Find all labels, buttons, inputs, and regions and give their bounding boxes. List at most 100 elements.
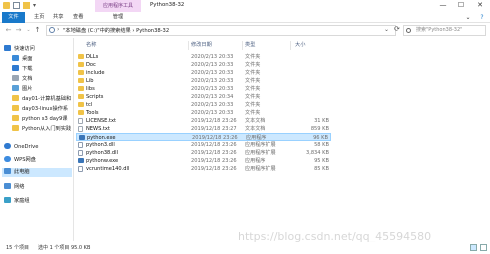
- text-file-icon: [78, 126, 83, 132]
- minimize-button[interactable]: —: [435, 0, 451, 11]
- back-arrow-icon[interactable]: ←: [4, 25, 13, 35]
- file-size: 95 KB: [314, 158, 329, 164]
- file-row[interactable]: LICENSE.txt 2019/12/18 23:26 文本文档 31 KB: [76, 117, 331, 125]
- file-row[interactable]: DLLs 2020/2/13 20:33 文件夹: [76, 53, 331, 61]
- breadcrumb[interactable]: "本地磁盘 (C:)"中的搜索结果 › Python38-32: [63, 27, 169, 34]
- file-type: 文件夹: [245, 94, 261, 100]
- title-bar: [0, 0, 490, 12]
- explorer-icon: [3, 2, 10, 9]
- file-row[interactable]: pythonw.exe 2019/12/18 23:26 应用程序 95 KB: [76, 157, 331, 165]
- column-divider[interactable]: [290, 41, 291, 50]
- forward-arrow-icon[interactable]: →: [14, 25, 23, 35]
- large-icons-view-icon[interactable]: [480, 244, 487, 251]
- folder-icon: [78, 62, 84, 67]
- sidebar-item-wps[interactable]: WPS网盘: [4, 156, 36, 165]
- sidebar-item-quick-access[interactable]: 快速访问: [4, 45, 35, 54]
- file-row[interactable]: vcruntime140.dll 2019/12/18 23:26 应用程序扩展 85…: [76, 165, 331, 173]
- sidebar-item-day03[interactable]: day03-linux操作系: [12, 105, 68, 114]
- tab-manage[interactable]: 管理: [95, 12, 141, 23]
- file-row[interactable]: Scripts 2020/2/13 20:34 文件夹: [76, 93, 331, 101]
- file-name: python38.dll: [86, 150, 118, 156]
- file-date: 2020/2/13 20:33: [191, 102, 234, 108]
- document-icon: [12, 75, 19, 81]
- file-name: vcruntime140.dll: [86, 166, 130, 172]
- recent-chevron-icon[interactable]: ⌄: [24, 25, 33, 35]
- properties-icon[interactable]: [13, 2, 20, 9]
- file-row[interactable]: python.exe 2019/12/18 23:26 应用程序 96 KB: [76, 133, 331, 141]
- file-name: Scripts: [86, 94, 104, 100]
- refresh-icon[interactable]: ⟳: [394, 25, 400, 33]
- file-name: Lib: [86, 78, 94, 84]
- sidebar-item-label: 桌面: [22, 56, 33, 62]
- search-results-icon: [49, 27, 55, 33]
- maximize-button[interactable]: ☐: [453, 0, 469, 11]
- network-icon: [4, 183, 11, 189]
- details-view-icon[interactable]: [470, 244, 477, 251]
- context-tab-label: 应用程序工具: [102, 3, 133, 9]
- file-row[interactable]: python3.dll 2019/12/18 23:26 应用程序扩展 58 KB: [76, 141, 331, 149]
- file-name: Doc: [86, 62, 96, 68]
- desktop-icon: [12, 55, 19, 61]
- file-date: 2020/2/13 20:33: [191, 110, 234, 116]
- sidebar-item-onedrive[interactable]: OneDrive: [4, 143, 38, 152]
- file-date: 2019/12/18 23:26: [191, 142, 237, 148]
- tab-view[interactable]: 查看: [73, 12, 83, 23]
- close-button[interactable]: ✕: [472, 0, 488, 11]
- folder-icon: [78, 102, 84, 107]
- search-icon: [406, 28, 411, 33]
- sidebar-item-network[interactable]: 网络: [4, 183, 24, 192]
- sidebar-item-python-book[interactable]: Python从入门到实践: [12, 125, 71, 134]
- folder-icon: [78, 54, 84, 59]
- customize-toolbar-icon[interactable]: ▾: [33, 2, 40, 9]
- sidebar-item-this-pc[interactable]: 此电脑: [2, 168, 72, 177]
- file-type: 文件夹: [245, 62, 261, 68]
- sidebar-item-downloads[interactable]: 下载: [12, 65, 32, 74]
- sidebar-item-pictures[interactable]: 图片: [12, 85, 32, 94]
- help-icon[interactable]: ?: [474, 12, 490, 23]
- file-date: 2020/2/13 20:33: [191, 86, 234, 92]
- column-header-name[interactable]: 名称: [86, 41, 96, 50]
- sidebar-item-label: 家庭组: [14, 198, 30, 204]
- column-header-date[interactable]: 修改日期: [191, 41, 212, 50]
- tab-share[interactable]: 共享: [53, 12, 63, 23]
- file-row[interactable]: python38.dll 2019/12/18 23:26 应用程序扩展 3,834 …: [76, 149, 331, 157]
- file-name: Tools: [86, 110, 99, 116]
- file-row[interactable]: tcl 2020/2/13 20:33 文件夹: [76, 101, 331, 109]
- file-size: 85 KB: [314, 166, 329, 172]
- tab-file[interactable]: 文件: [2, 12, 25, 23]
- search-input[interactable]: 搜索"Python38-32": [403, 25, 486, 36]
- file-date: 2019/12/18 23:27: [191, 126, 237, 132]
- column-header-type[interactable]: 类型: [245, 41, 255, 50]
- sidebar-item-desktop[interactable]: 桌面: [12, 55, 32, 64]
- python-exe-icon: [79, 135, 85, 140]
- address-dropdown-icon[interactable]: ⌄: [384, 26, 389, 33]
- file-name: LICENSE.txt: [86, 118, 117, 124]
- file-name: tcl: [86, 102, 93, 108]
- file-type: 文件夹: [245, 110, 261, 116]
- file-row[interactable]: NEWS.txt 2019/12/18 23:27 文本文档 859 KB: [76, 125, 331, 133]
- file-row[interactable]: Tools 2020/2/13 20:33 文件夹: [76, 109, 331, 117]
- column-header-size[interactable]: 大小: [295, 41, 305, 50]
- file-row[interactable]: Lib 2020/2/13 20:33 文件夹: [76, 77, 331, 85]
- file-type: 应用程序扩展: [245, 166, 276, 172]
- file-date: 2020/2/13 20:33: [191, 62, 234, 68]
- homegroup-icon: [4, 197, 11, 203]
- file-row[interactable]: Doc 2020/2/13 20:33 文件夹: [76, 61, 331, 69]
- file-row[interactable]: include 2020/2/13 20:33 文件夹: [76, 69, 331, 77]
- new-folder-icon[interactable]: [23, 2, 30, 9]
- column-divider[interactable]: [242, 41, 243, 50]
- tab-home[interactable]: 主页: [34, 12, 44, 23]
- file-row[interactable]: libs 2020/2/13 20:33 文件夹: [76, 85, 331, 93]
- dll-file-icon: [78, 150, 83, 156]
- breadcrumb-chevron-icon: ›: [57, 26, 60, 33]
- sidebar-item-day01[interactable]: day01-计算机基础和: [12, 95, 71, 104]
- sidebar-item-python-s3[interactable]: python s3 day9课: [12, 115, 67, 124]
- folder-icon: [78, 78, 84, 83]
- column-divider[interactable]: [188, 41, 189, 50]
- sidebar-item-label: 下载: [22, 66, 33, 72]
- sidebar-item-documents[interactable]: 文档: [12, 75, 32, 84]
- pictures-icon: [12, 85, 19, 91]
- up-arrow-icon[interactable]: ↑: [33, 25, 42, 35]
- python-exe-icon: [78, 158, 84, 163]
- sidebar-item-homegroup[interactable]: 家庭组: [4, 197, 30, 206]
